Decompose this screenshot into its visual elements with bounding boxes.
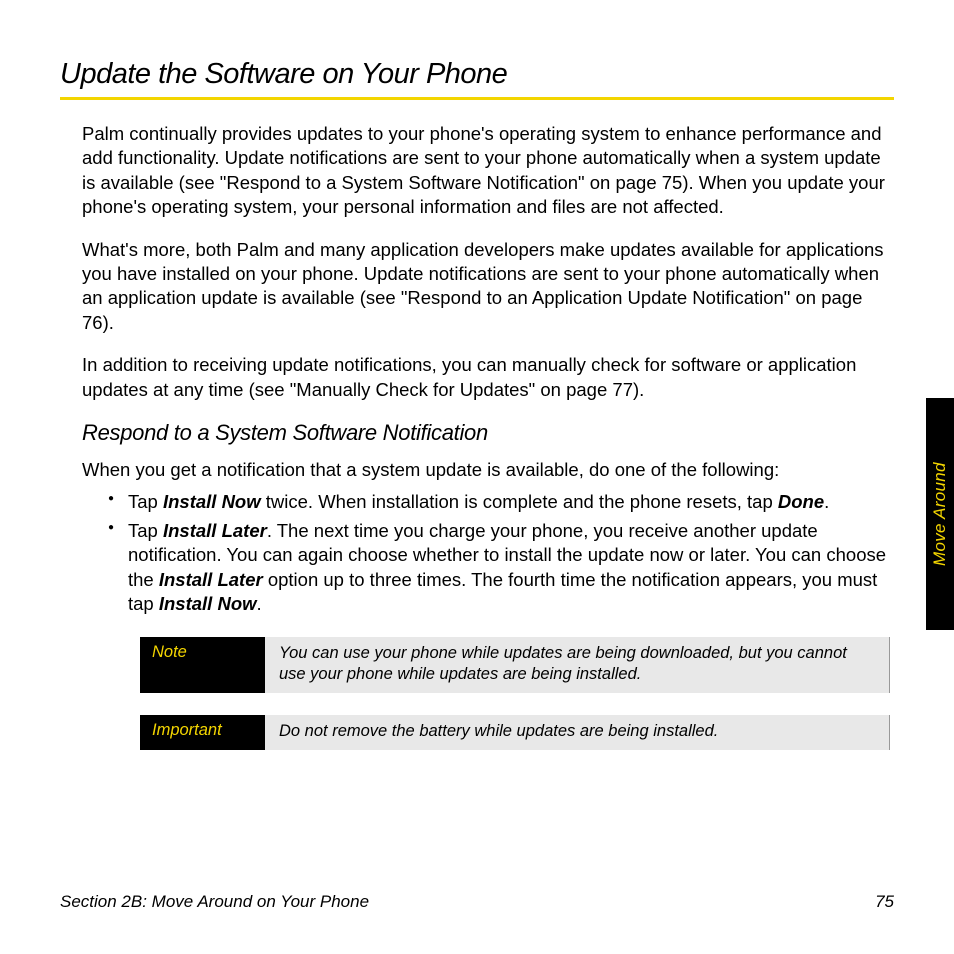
- page-title: Update the Software on Your Phone: [60, 58, 894, 100]
- emphasis: Install Now: [159, 593, 257, 614]
- text: .: [257, 593, 262, 614]
- important-label: Important: [140, 715, 265, 750]
- footer-page-number: 75: [875, 892, 894, 912]
- page-footer: Section 2B: Move Around on Your Phone 75: [60, 892, 894, 912]
- emphasis: Install Later: [163, 520, 267, 541]
- note-label: Note: [140, 637, 265, 693]
- page: Update the Software on Your Phone Palm c…: [0, 0, 954, 954]
- important-text: Do not remove the battery while updates …: [265, 715, 889, 750]
- emphasis: Install Later: [159, 569, 263, 590]
- list-item: Tap Install Later. The next time you cha…: [108, 519, 894, 617]
- text: twice. When installation is complete and…: [261, 491, 778, 512]
- note-text: You can use your phone while updates are…: [265, 637, 889, 693]
- intro-paragraph-1: Palm continually provides updates to you…: [82, 122, 894, 220]
- text: .: [824, 491, 829, 512]
- section-heading: Respond to a System Software Notificatio…: [82, 420, 894, 446]
- footer-section: Section 2B: Move Around on Your Phone: [60, 892, 369, 912]
- intro-paragraph-2: What's more, both Palm and many applicat…: [82, 238, 894, 336]
- section-lead: When you get a notification that a syste…: [82, 458, 894, 482]
- text: Tap: [128, 520, 163, 541]
- intro-paragraph-3: In addition to receiving update notifica…: [82, 353, 894, 402]
- emphasis: Install Now: [163, 491, 261, 512]
- note-callout: Note You can use your phone while update…: [140, 637, 890, 693]
- side-tab: Move Around: [926, 398, 954, 630]
- text: Tap: [128, 491, 163, 512]
- list-item: Tap Install Now twice. When installation…: [108, 490, 894, 514]
- emphasis: Done: [778, 491, 824, 512]
- bullet-list: Tap Install Now twice. When installation…: [108, 490, 894, 616]
- important-callout: Important Do not remove the battery whil…: [140, 715, 890, 750]
